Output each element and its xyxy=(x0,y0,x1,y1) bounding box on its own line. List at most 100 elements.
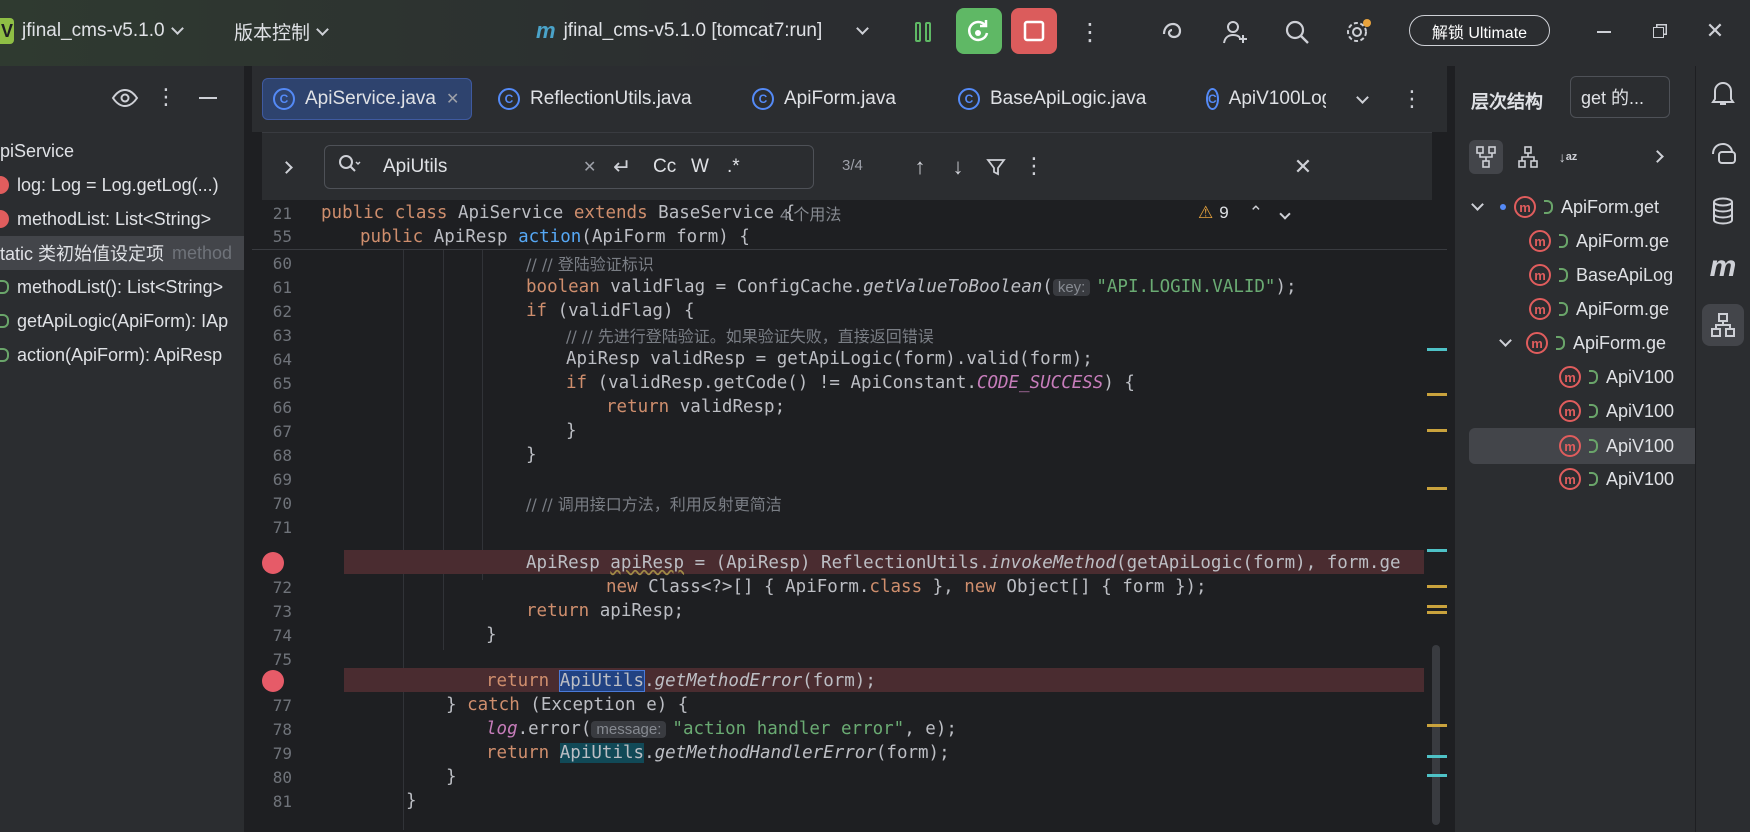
hierarchy-tool-icon[interactable] xyxy=(1702,304,1744,346)
scroll-marker[interactable] xyxy=(1427,549,1447,552)
breakpoint-icon[interactable] xyxy=(262,670,284,692)
expand-replace-icon[interactable] xyxy=(276,157,296,177)
structure-item-method[interactable]: action(ApiForm): ApiResp xyxy=(0,338,244,372)
scroll-marker[interactable] xyxy=(1427,487,1447,490)
ai-assistant-icon[interactable] xyxy=(1156,16,1188,48)
stop-button[interactable] xyxy=(1011,8,1057,54)
whole-word-toggle[interactable]: W xyxy=(691,156,727,178)
structure-item-field[interactable]: methodList: List<String> xyxy=(0,202,244,236)
vcs-menu[interactable]: 版本控制 xyxy=(234,18,329,45)
more-vertical-icon[interactable]: ⋮ xyxy=(1401,84,1423,114)
more-vertical-icon[interactable]: ⋮ xyxy=(155,82,177,112)
previous-match-arrow-icon[interactable]: ↑ xyxy=(908,153,932,181)
find-input-box[interactable]: ApiUtils ✕ ↵ Cc W .* xyxy=(324,145,814,189)
class-icon: C xyxy=(958,88,980,110)
code-line-60: 60 // // 登陆验证标识 xyxy=(252,250,1447,276)
structure-item-class[interactable]: piService xyxy=(0,134,244,168)
more-vertical-icon[interactable]: ⋮ xyxy=(1023,151,1045,181)
hierarchy-panel: 层次结构 get 的... ↓ az m ApiForm.get m ApiFor… xyxy=(1455,66,1695,832)
match-case-toggle[interactable]: Cc xyxy=(653,156,691,178)
hierarchy-scope-select[interactable]: get 的... xyxy=(1570,76,1670,118)
project-name: jfinal_cms-v5.1.0 xyxy=(22,20,165,41)
search-icon[interactable] xyxy=(1281,16,1313,48)
structure-item-label: log: Log = Log.getLog(...) xyxy=(17,174,219,195)
code-line-64: 64 ApiResp validResp = getApiLogic(form)… xyxy=(272,349,1093,369)
debug-pause-icon[interactable] xyxy=(910,18,936,46)
find-query[interactable]: ApiUtils xyxy=(383,156,583,178)
hierarchy-item[interactable]: m ApiV100 xyxy=(1559,462,1674,496)
tab-label: BaseApiLogic.java xyxy=(990,88,1147,109)
next-match-arrow-icon[interactable]: ↓ xyxy=(946,153,970,181)
close-tab-icon[interactable]: ✕ xyxy=(446,89,459,109)
code-line-78: 78 log.error(message: "action handler err… xyxy=(272,719,957,739)
callee-hierarchy-icon[interactable] xyxy=(1511,140,1545,174)
add-user-icon[interactable] xyxy=(1220,16,1252,48)
usages-hint[interactable]: 4 个用法 xyxy=(780,201,841,225)
code-text: public ApiResp action(ApiForm form) { xyxy=(360,226,750,247)
filter-icon[interactable] xyxy=(984,153,1008,181)
scroll-marker[interactable] xyxy=(1427,774,1447,777)
close-find-icon[interactable]: ✕ xyxy=(1290,153,1316,181)
maven-icon[interactable]: m xyxy=(1706,250,1740,284)
structure-item-method[interactable]: getApiLogic(ApiForm): IAp xyxy=(0,304,244,338)
hide-panel-icon[interactable] xyxy=(196,86,220,110)
hierarchy-item[interactable]: m ApiV100 xyxy=(1559,360,1674,394)
settings-gear-icon[interactable] xyxy=(1342,16,1374,48)
tab-apiservice[interactable]: C ApiService.java ✕ xyxy=(262,78,472,120)
database-icon[interactable] xyxy=(1706,194,1740,228)
eye-icon[interactable] xyxy=(110,86,140,110)
structure-item-method[interactable]: methodList(): List<String> xyxy=(0,270,244,304)
code-view[interactable]: 21 public class ApiService extends BaseS… xyxy=(252,200,1447,832)
notifications-bell-icon[interactable] xyxy=(1706,76,1740,110)
tabs-overflow-chevron-icon[interactable] xyxy=(1352,90,1372,110)
newline-icon[interactable]: ↵ xyxy=(613,154,653,180)
tab-apiform[interactable]: C ApiForm.java xyxy=(742,78,906,120)
project-selector[interactable]: V jfinal_cms-v5.1.0 xyxy=(0,18,184,44)
scroll-marker[interactable] xyxy=(1427,755,1447,758)
sort-alphabetically-icon[interactable]: ↓ az xyxy=(1551,140,1585,174)
hierarchy-item-selected[interactable]: m ApiV100 xyxy=(1559,429,1674,463)
unlock-ultimate-button[interactable]: 解锁 Ultimate xyxy=(1409,15,1550,46)
ai-chat-icon[interactable] xyxy=(1706,136,1740,170)
scroll-marker[interactable] xyxy=(1427,605,1447,608)
title-bar: V jfinal_cms-v5.1.0 版本控制 m jfinal_cms-v5… xyxy=(0,0,1750,66)
regex-toggle[interactable]: .* xyxy=(727,156,757,178)
scroll-marker[interactable] xyxy=(1427,611,1447,614)
scroll-marker[interactable] xyxy=(1427,393,1447,396)
inspection-widget[interactable]: ⚠ 9 ⌃ xyxy=(1198,203,1291,223)
hierarchy-item[interactable]: m ApiV100 xyxy=(1559,394,1674,428)
scroll-marker[interactable] xyxy=(1427,429,1447,432)
hierarchy-item[interactable]: m ApiForm.ge xyxy=(1499,326,1666,360)
scroll-marker[interactable] xyxy=(1427,348,1447,351)
chevron-up-icon[interactable]: ⌃ xyxy=(1249,203,1263,223)
clear-search-icon[interactable]: ✕ xyxy=(583,157,613,177)
scroll-marker[interactable] xyxy=(1427,724,1447,727)
hierarchy-item[interactable]: m ApiForm.ge xyxy=(1529,224,1669,258)
minimize-icon[interactable] xyxy=(1592,20,1616,44)
hierarchy-item[interactable]: m ApiForm.get xyxy=(1471,190,1659,224)
chevron-down-icon xyxy=(316,22,329,36)
run-config-selector[interactable]: m jfinal_cms-v5.1.0 [tomcat7:run] xyxy=(536,18,870,44)
more-vertical-icon[interactable]: ⋮ xyxy=(1078,16,1102,48)
code-text: } xyxy=(406,791,417,811)
tab-apiv100logic[interactable]: C ApiV100Log xyxy=(1196,78,1326,120)
chevron-down-icon[interactable] xyxy=(1279,203,1291,223)
run-config-label: jfinal_cms-v5.1.0 [tomcat7:run] xyxy=(563,20,823,41)
tab-reflectionutils[interactable]: C ReflectionUtils.java xyxy=(488,78,702,120)
tab-baseapilogic[interactable]: C BaseApiLogic.java xyxy=(948,78,1156,120)
hierarchy-item[interactable]: m BaseApiLog xyxy=(1529,258,1673,292)
code-line-73: 73 return apiResp; xyxy=(272,601,685,621)
code-line-71: 71 xyxy=(272,517,292,537)
scrollbar-thumb[interactable] xyxy=(1432,645,1440,825)
breakpoint-icon[interactable] xyxy=(262,552,284,574)
expand-toolbar-chevron-icon[interactable] xyxy=(1647,146,1667,166)
structure-item-initializer[interactable]: tatic 类初始值设定项 method xyxy=(0,236,244,270)
close-window-icon[interactable]: ✕ xyxy=(1702,18,1728,44)
structure-item-field[interactable]: log: Log = Log.getLog(...) xyxy=(0,168,244,202)
caller-hierarchy-icon[interactable] xyxy=(1469,140,1503,174)
rerun-button[interactable] xyxy=(956,8,1002,54)
hierarchy-item[interactable]: m ApiForm.ge xyxy=(1529,292,1669,326)
scroll-marker[interactable] xyxy=(1427,585,1447,588)
restore-icon[interactable] xyxy=(1646,20,1670,44)
search-history-icon[interactable] xyxy=(337,153,363,181)
